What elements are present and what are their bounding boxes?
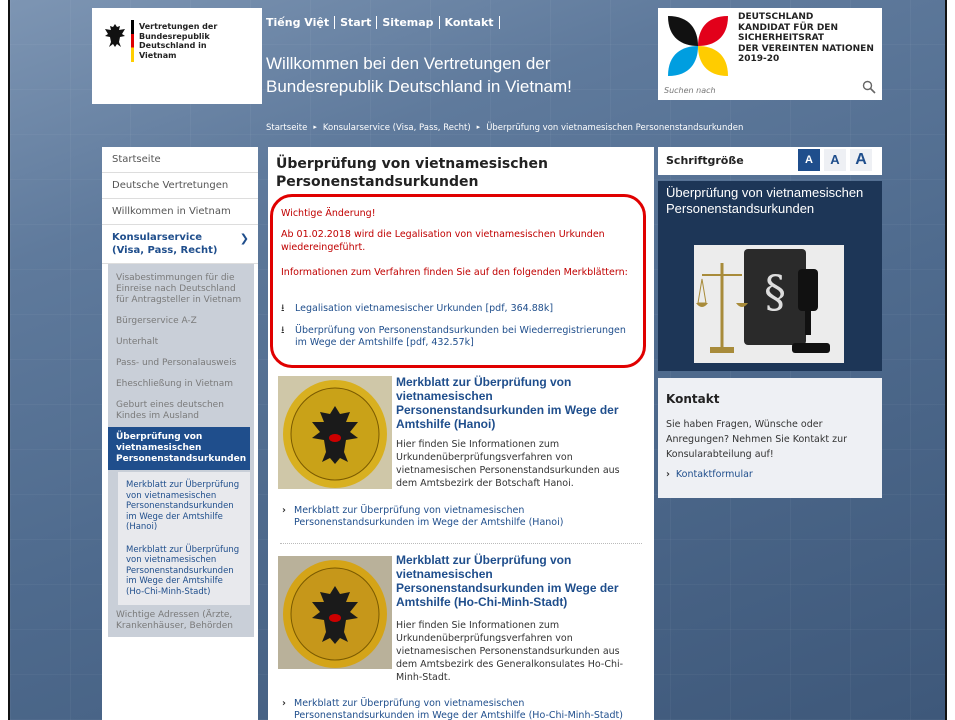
- search-input[interactable]: Suchen nach: [664, 86, 716, 95]
- subnav-item-pass[interactable]: Pass- und Personalausweis: [108, 353, 254, 374]
- chevron-right-icon: ▸: [476, 123, 481, 131]
- card-description-hcmc: Hier finden Sie Informationen zum Urkund…: [396, 620, 624, 683]
- promo-title: Überprüfung von vietnamesischen Personen…: [666, 185, 864, 216]
- sidebar: Startseite Deutsche Vertretungen Willkom…: [102, 147, 258, 720]
- flag-bar: [131, 20, 134, 62]
- promo-teaser[interactable]: Überprüfung von vietnamesischen Personen…: [658, 181, 882, 371]
- seal-image: [278, 376, 392, 489]
- font-size-small-button[interactable]: A: [798, 149, 820, 171]
- contact-box: Kontakt Sie haben Fragen, Wünsche oder A…: [658, 378, 882, 498]
- subnav-item-eheschliessung[interactable]: Eheschließung in Vietnam: [108, 374, 254, 395]
- subnav-item-adressen[interactable]: Wichtige Adressen (Ärzte, Krankenhäuser,…: [108, 605, 254, 637]
- subnav-item-buergerservice[interactable]: Bürgerservice A-Z: [108, 311, 254, 332]
- subnav-item-ueberpruefung[interactable]: Überprüfung von vietnamesischen Personen…: [108, 427, 250, 470]
- subnav-item-geburt[interactable]: Geburt eines deutschen Kindes im Ausland: [108, 395, 254, 427]
- chevron-right-icon: ›: [282, 698, 286, 709]
- sidebar-item-deutsche-vertretungen[interactable]: Deutsche Vertretungen: [102, 173, 258, 199]
- card-title-hcmc[interactable]: Merkblatt zur Überprüfung von vietnamesi…: [396, 553, 641, 609]
- font-size-medium-button[interactable]: A: [824, 149, 846, 171]
- sidebar-item-willkommen[interactable]: Willkommen in Vietnam: [102, 199, 258, 225]
- svg-text:§: §: [764, 267, 786, 318]
- eagle-icon: [105, 24, 125, 47]
- divider: [280, 543, 642, 544]
- breadcrumb-konsularservice[interactable]: Konsularservice (Visa, Pass, Recht): [323, 123, 471, 133]
- page-title: Überprüfung von vietnamesischen Personen…: [276, 156, 548, 190]
- contact-title: Kontakt: [666, 392, 720, 406]
- notice-heading: Wichtige Änderung!: [281, 208, 376, 219]
- card-link-hcmc[interactable]: › Merkblatt zur Überprüfung von vietname…: [282, 698, 642, 720]
- top-navigation: Tiếng Việt Start Sitemap Kontakt: [266, 16, 500, 29]
- breadcrumb-startseite[interactable]: Startseite: [266, 123, 307, 133]
- main-content: Überprüfung von vietnamesischen Personen…: [268, 147, 654, 720]
- seal-image-generalkonsulat[interactable]: [278, 556, 392, 669]
- seal-image: [278, 556, 392, 669]
- font-size-box: Schriftgröße A A A: [658, 147, 882, 175]
- card-title-hanoi[interactable]: Merkblatt zur Überprüfung von vietnamesi…: [396, 375, 641, 431]
- un-candidacy-logo: [668, 16, 728, 76]
- chevron-right-icon: ›: [282, 505, 286, 516]
- welcome-heading: Willkommen bei den Vertretungen der Bund…: [266, 54, 572, 96]
- breadcrumb-current: Überprüfung von vietnamesischen Personen…: [486, 123, 744, 133]
- breadcrumb: Startseite ▸ Konsularservice (Visa, Pass…: [266, 123, 743, 133]
- subsubnav: Merkblatt zur Überprüfung von vietnamesi…: [118, 472, 250, 605]
- search-icon[interactable]: [862, 80, 876, 94]
- notice-box: Wichtige Änderung! Ab 01.02.2018 wird di…: [270, 194, 646, 368]
- notice-line-2: Informationen zum Verfahren finden Sie a…: [281, 267, 628, 278]
- un-candidacy-text: DEUTSCHLAND KANDIDAT FÜR DEN SICHERHEITS…: [738, 12, 874, 64]
- un-candidacy-banner[interactable]: DEUTSCHLAND KANDIDAT FÜR DEN SICHERHEITS…: [658, 8, 882, 100]
- site-logo[interactable]: Vertretungen der Bundesrepublik Deutschl…: [92, 8, 262, 104]
- download-link-legalisation[interactable]: ⭳ Legalisation vietnamesischer Urkunden …: [281, 303, 631, 315]
- font-size-large-button[interactable]: A: [850, 149, 872, 171]
- nav-link-sitemap[interactable]: Sitemap: [377, 16, 440, 29]
- chevron-down-icon[interactable]: ❯: [240, 232, 249, 245]
- contact-form-link[interactable]: › Kontaktformular: [666, 469, 753, 480]
- card-description-hanoi: Hier finden Sie Informationen zum Urkund…: [396, 439, 620, 489]
- chevron-right-icon: ▸: [313, 123, 317, 131]
- download-icon: ⭳: [281, 325, 285, 336]
- sidebar-item-label: Konsularservice (Visa, Pass, Recht): [112, 232, 218, 256]
- justice-image: §: [694, 245, 844, 363]
- chevron-right-icon: ›: [666, 469, 670, 480]
- nav-link-start[interactable]: Start: [335, 16, 378, 29]
- download-link-ueberpruefung[interactable]: ⭳ Überprüfung von Personenstandsurkunden…: [281, 325, 631, 349]
- scales-gavel-image: §: [694, 245, 844, 363]
- nav-link-vietnamese[interactable]: Tiếng Việt: [266, 16, 336, 29]
- seal-image-botschaft[interactable]: [278, 376, 392, 489]
- subnav-item-unterhalt[interactable]: Unterhalt: [108, 332, 254, 353]
- sidebar-item-konsularservice[interactable]: Konsularservice (Visa, Pass, Recht) ❯: [102, 225, 258, 264]
- logo-text: Vertretungen der Bundesrepublik Deutschl…: [139, 22, 218, 60]
- subsubnav-item-hcmc[interactable]: Merkblatt zur Überprüfung von vietnamesi…: [118, 539, 250, 604]
- subnav-item-visabestimmungen[interactable]: Visabestimmungen für die Einreise nach D…: [108, 268, 254, 311]
- notice-line-1: Ab 01.02.2018 wird die Legalisation von …: [281, 229, 605, 253]
- download-icon: ⭳: [281, 303, 285, 314]
- font-size-label: Schriftgröße: [666, 154, 744, 167]
- sidebar-subnav: Visabestimmungen für die Einreise nach D…: [108, 264, 254, 637]
- subsubnav-item-hanoi[interactable]: Merkblatt zur Überprüfung von vietnamesi…: [118, 474, 250, 539]
- nav-link-kontakt[interactable]: Kontakt: [440, 16, 500, 29]
- browser-page: Vertretungen der Bundesrepublik Deutschl…: [8, 0, 947, 720]
- card-link-hanoi[interactable]: › Merkblatt zur Überprüfung von vietname…: [282, 505, 642, 528]
- contact-text: Sie haben Fragen, Wünsche oder Anregunge…: [666, 419, 848, 460]
- sidebar-item-startseite[interactable]: Startseite: [102, 147, 258, 173]
